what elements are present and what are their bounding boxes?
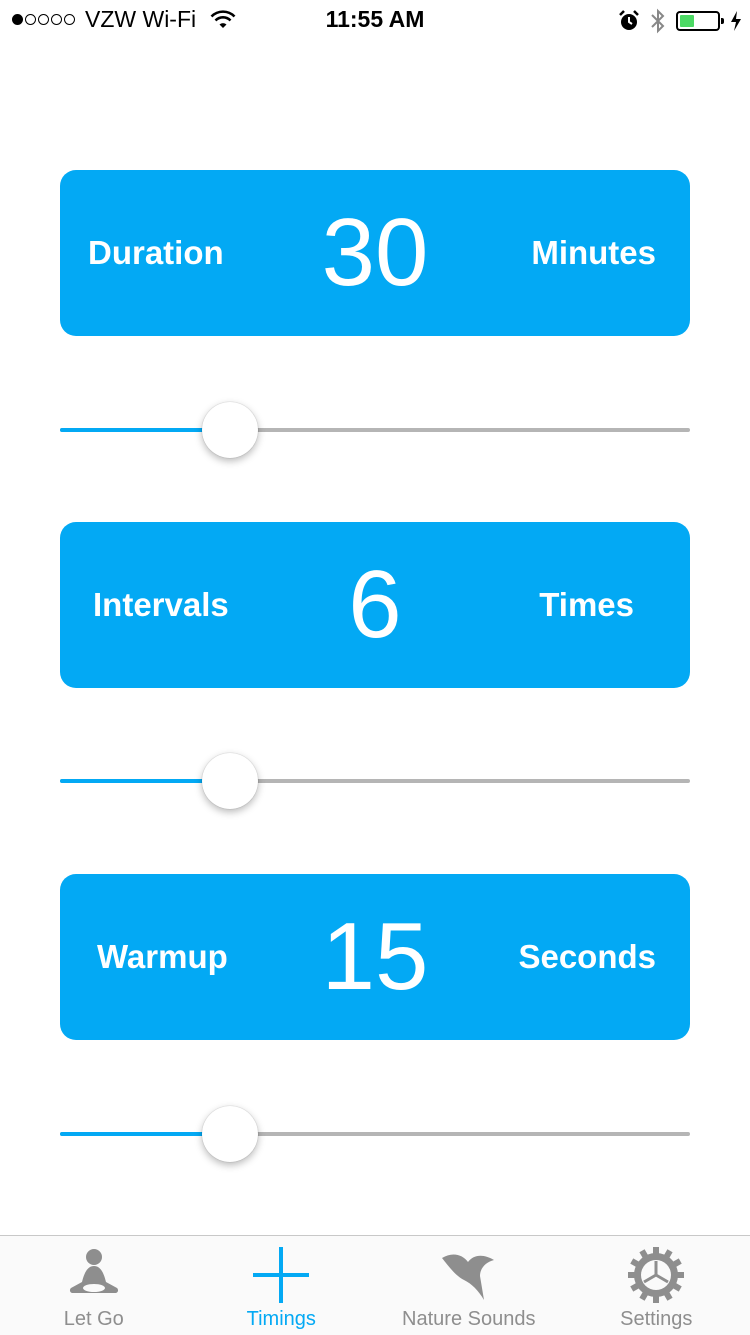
warmup-unit: Seconds <box>518 874 656 1040</box>
status-bar: VZW Wi-Fi 11:55 AM <box>0 0 750 40</box>
duration-slider[interactable] <box>60 400 690 460</box>
warmup-card: Warmup 15 Seconds <box>60 874 690 1040</box>
status-icons <box>618 8 742 34</box>
slider-thumb[interactable] <box>202 402 258 458</box>
slider-thumb[interactable] <box>202 1106 258 1162</box>
meditation-icon <box>63 1244 125 1306</box>
tab-label: Timings <box>188 1308 376 1331</box>
tab-label: Settings <box>563 1308 750 1331</box>
bluetooth-icon <box>650 8 666 34</box>
charging-icon <box>730 10 742 32</box>
tab-label: Let Go <box>0 1308 188 1331</box>
tab-timings[interactable]: Timings <box>188 1236 376 1335</box>
slider-thumb[interactable] <box>202 753 258 809</box>
tab-settings[interactable]: Settings <box>563 1236 750 1335</box>
battery-icon <box>676 11 720 31</box>
gear-icon <box>625 1244 687 1306</box>
tab-bar: Let Go Timings Nature Sounds Settings <box>0 1235 750 1335</box>
duration-unit: Minutes <box>531 170 656 336</box>
intervals-unit: Times <box>539 522 634 688</box>
intervals-slider[interactable] <box>60 751 690 811</box>
warmup-slider[interactable] <box>60 1104 690 1164</box>
tab-let-go[interactable]: Let Go <box>0 1236 188 1335</box>
bird-icon <box>438 1244 500 1306</box>
alarm-icon <box>618 10 640 32</box>
duration-card: Duration 30 Minutes <box>60 170 690 336</box>
plus-icon <box>250 1244 312 1306</box>
tab-nature-sounds[interactable]: Nature Sounds <box>375 1236 563 1335</box>
tab-label: Nature Sounds <box>375 1308 563 1331</box>
intervals-card: Intervals 6 Times <box>60 522 690 688</box>
